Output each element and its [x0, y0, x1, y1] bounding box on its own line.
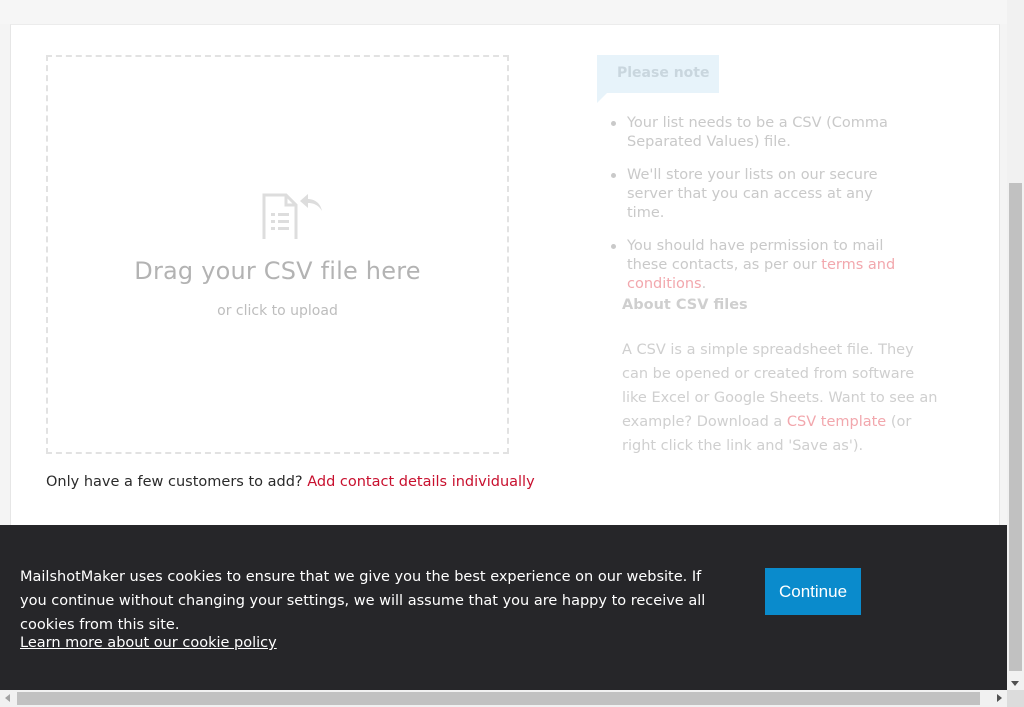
cookie-policy-link[interactable]: Learn more about our cookie policy [20, 635, 277, 651]
scroll-right-arrow-icon[interactable] [997, 694, 1002, 702]
top-strip [0, 0, 1007, 24]
continue-button[interactable]: Continue [765, 568, 861, 615]
csv-template-link[interactable]: CSV template [787, 414, 886, 430]
add-contact-individually-link[interactable]: Add contact details individually [307, 474, 534, 490]
few-customers-text: Only have a few customers to add? [46, 474, 303, 490]
note-item: Your list needs to be a CSV (Comma Separ… [610, 114, 910, 152]
note-item: We'll store your lists on our secure ser… [610, 166, 910, 223]
note-list: Your list needs to be a CSV (Comma Separ… [610, 114, 910, 308]
csv-dropzone[interactable]: Drag your CSV file here or click to uplo… [46, 55, 509, 454]
few-customers-line: Only have a few customers to add? Add co… [46, 474, 535, 490]
please-note-tag-tail [597, 93, 607, 103]
please-note-tag: Please note [597, 55, 719, 93]
horizontal-scrollbar[interactable] [0, 690, 1007, 707]
note-item: You should have permission to mail these… [610, 237, 910, 294]
vertical-scroll-thumb[interactable] [1009, 183, 1022, 671]
scrollbar-corner [1007, 690, 1024, 707]
horizontal-scroll-thumb[interactable] [17, 692, 980, 705]
dropzone-title: Drag your CSV file here [134, 257, 421, 285]
about-csv-title: About CSV files [622, 297, 748, 313]
note-item-text: We'll store your lists on our secure ser… [627, 167, 878, 221]
cookie-banner: MailshotMaker uses cookies to ensure tha… [0, 525, 1007, 690]
cookie-message: MailshotMaker uses cookies to ensure tha… [20, 569, 706, 633]
csv-document-icon [262, 189, 328, 243]
dropzone-subtitle[interactable]: or click to upload [48, 303, 507, 319]
scroll-left-arrow-icon[interactable] [5, 694, 10, 702]
vertical-scrollbar[interactable] [1007, 0, 1024, 690]
scroll-down-arrow-icon[interactable] [1011, 681, 1019, 686]
note-item-text: Your list needs to be a CSV (Comma Separ… [627, 115, 888, 150]
about-csv-body: A CSV is a simple spreadsheet file. They… [622, 338, 942, 458]
note-item-punct: . [701, 276, 707, 292]
